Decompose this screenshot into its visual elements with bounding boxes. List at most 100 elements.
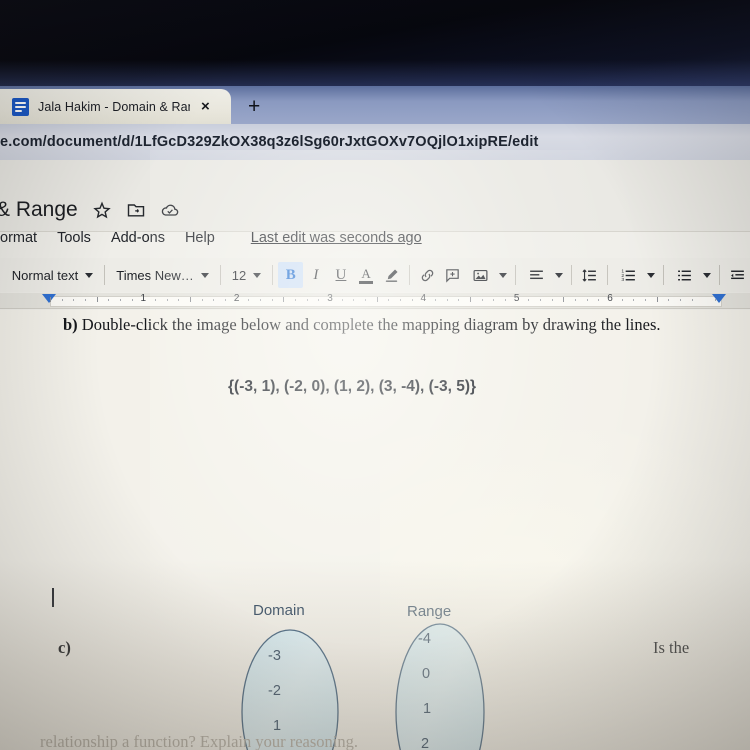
- range-value: 2: [421, 736, 430, 750]
- text-cursor: [52, 588, 54, 607]
- ruler-tick: [353, 299, 355, 301]
- italic-button[interactable]: I: [303, 262, 328, 288]
- ruler-number: 4: [420, 293, 427, 304]
- highlight-icon[interactable]: [379, 262, 404, 288]
- ruler-tick: [306, 299, 308, 301]
- numbered-list-button[interactable]: 123: [613, 262, 658, 288]
- docs-header: & Range ormat Tools Add-ons Help Last ed…: [0, 160, 750, 246]
- document-title[interactable]: & Range: [0, 198, 78, 222]
- divider: [606, 265, 608, 285]
- ruler-tick: [563, 297, 565, 302]
- divider: [570, 265, 572, 285]
- dark-screen-bezel: [0, 0, 750, 90]
- document-ruler[interactable]: 1 2 3 4 5 6: [0, 293, 750, 309]
- menu-help[interactable]: Help: [185, 230, 215, 246]
- left-indent-marker[interactable]: [42, 294, 56, 303]
- ruler-strip: [50, 296, 722, 307]
- range-value: 0: [422, 666, 431, 682]
- browser-tab[interactable]: Jala Hakim - Domain & Range - G ×: [0, 89, 231, 124]
- ruler-tick: [283, 297, 285, 302]
- ruler-tick: [318, 299, 320, 301]
- align-button[interactable]: [521, 262, 566, 288]
- chevron-down-icon: [200, 272, 209, 278]
- chevron-down-icon: [646, 272, 655, 278]
- range-value: -4: [418, 631, 431, 647]
- chevron-down-icon: [554, 272, 563, 278]
- document-page[interactable]: b) Double-click the image below and comp…: [0, 310, 750, 750]
- domain-value: -2: [268, 683, 281, 699]
- ruler-tick: [131, 299, 133, 301]
- insert-image-button[interactable]: [465, 262, 510, 288]
- ruler-tick: [645, 299, 646, 301]
- underline-label: U: [335, 266, 347, 283]
- ruler-tick: [551, 299, 553, 301]
- ruler-tick: [388, 299, 390, 301]
- ruler-number: 3: [327, 293, 333, 304]
- ruler-tick: [400, 299, 401, 301]
- question-b-marker: b): [63, 315, 78, 334]
- ruler-tick: [96, 297, 98, 302]
- ruler-tick: [540, 299, 541, 301]
- ruler-tick: [435, 299, 436, 301]
- ruler-tick: [50, 297, 51, 302]
- bold-button[interactable]: B: [278, 262, 304, 288]
- ruler-tick: [248, 299, 250, 301]
- font-family-label: Times New…: [116, 267, 194, 283]
- question-b-text: Double-click the image below and complet…: [81, 315, 661, 334]
- italic-label: I: [313, 266, 319, 283]
- ruler-tick: [295, 299, 296, 301]
- ruler-number: 6: [607, 293, 613, 304]
- bold-label: B: [285, 266, 296, 283]
- ruler-tick: [155, 299, 156, 301]
- close-icon[interactable]: ×: [201, 99, 210, 114]
- font-size-dropdown[interactable]: 12: [226, 262, 267, 288]
- ruler-tick: [481, 299, 483, 301]
- ruler-tick: [621, 299, 623, 301]
- divider: [408, 265, 410, 285]
- underline-button[interactable]: U: [328, 262, 353, 288]
- menu-format[interactable]: ormat: [0, 230, 37, 246]
- ruler-number: 2: [233, 293, 240, 304]
- line-spacing-icon[interactable]: [577, 262, 602, 288]
- ruler-tick: [85, 299, 86, 301]
- domain-label: Domain: [253, 602, 305, 619]
- cloud-saved-icon[interactable]: [160, 200, 180, 220]
- move-to-folder-icon[interactable]: [126, 200, 146, 220]
- bulleted-list-button[interactable]: [669, 262, 714, 288]
- paragraph-style-label: Normal text: [11, 267, 79, 283]
- divider: [219, 265, 221, 285]
- menu-add-ons[interactable]: Add-ons: [111, 230, 165, 246]
- font-family-dropdown[interactable]: Times New…: [110, 262, 215, 288]
- ruler-tick: [633, 299, 635, 301]
- screenshot-root: Jala Hakim - Domain & Range - G × + e.co…: [0, 0, 750, 750]
- divider: [662, 265, 664, 285]
- text-color-icon[interactable]: A: [354, 262, 379, 288]
- indent-icon[interactable]: [725, 262, 750, 288]
- ruler-tick: [411, 299, 413, 301]
- browser-tab-strip: Jala Hakim - Domain & Range - G × +: [0, 86, 750, 124]
- ruler-tick: [680, 299, 681, 301]
- comment-icon[interactable]: [440, 262, 465, 288]
- menu-tools[interactable]: Tools: [57, 230, 91, 246]
- ruler-tick: [120, 299, 121, 301]
- ruler-tick: [575, 299, 576, 301]
- docs-toolbar: Normal text Times New… 12 B I U A 1 2 3: [0, 258, 750, 292]
- align-icon: [524, 262, 550, 288]
- ordered-pairs-set: {(-3, 1), (-2, 0), (1, 2), (3, -4), (-3,…: [228, 378, 477, 395]
- new-tab-button[interactable]: +: [248, 96, 260, 117]
- ruler-tick: [715, 299, 716, 301]
- chevron-down-icon: [702, 272, 711, 278]
- star-icon[interactable]: [92, 200, 112, 220]
- ruler-tick: [505, 299, 506, 301]
- last-edit-status[interactable]: Last edit was seconds ago: [251, 230, 422, 246]
- ruler-tick: [376, 297, 378, 302]
- address-bar[interactable]: e.com/document/d/1LfGcD329ZkOX38q3z6lSg6…: [0, 124, 750, 160]
- mapping-diagram-image[interactable]: Domain Range -3 -2 1 3 -4 0 1 2 5: [215, 590, 685, 750]
- ruler-tick: [213, 299, 215, 301]
- ruler-tick: [365, 299, 366, 301]
- url-text: e.com/document/d/1LfGcD329ZkOX38q3z6lSg6…: [0, 134, 539, 150]
- link-icon[interactable]: [415, 262, 440, 288]
- paragraph-style-dropdown[interactable]: Normal text: [6, 262, 99, 288]
- divider: [272, 265, 274, 285]
- insert-image-icon: [468, 262, 494, 288]
